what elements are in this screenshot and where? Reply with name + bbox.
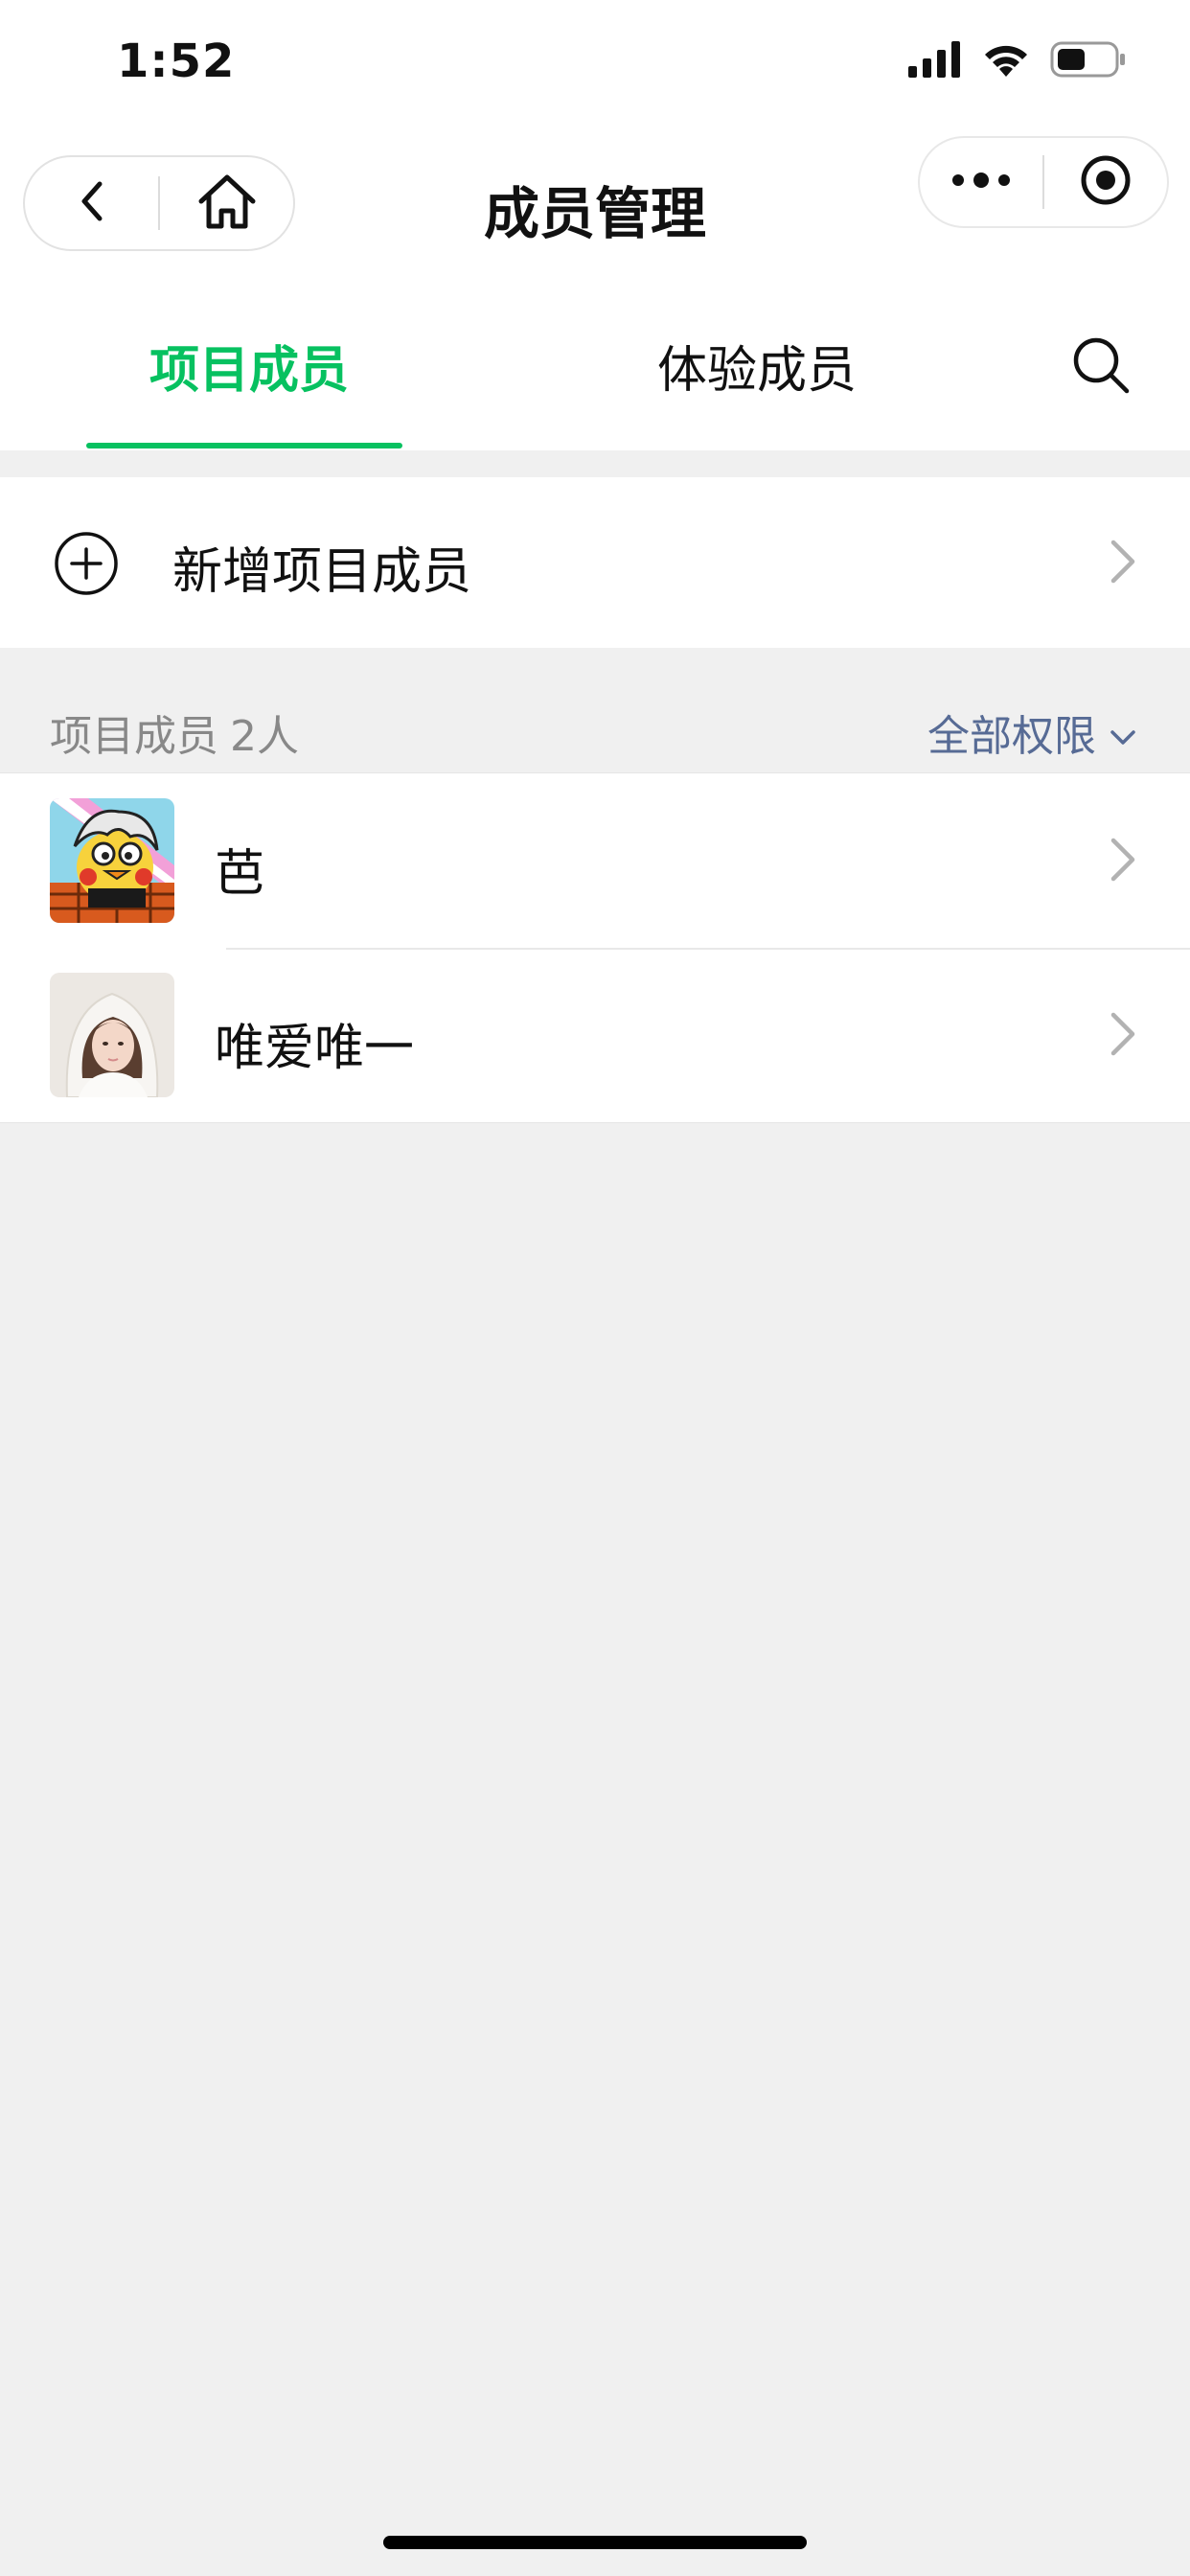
status-icons bbox=[908, 40, 1127, 82]
avatar bbox=[50, 973, 174, 1097]
home-indicator[interactable] bbox=[383, 2536, 807, 2549]
chevron-down-icon bbox=[1110, 708, 1136, 757]
chevron-right-icon bbox=[1110, 539, 1136, 588]
wifi-icon bbox=[981, 40, 1031, 82]
close-miniprogram-button[interactable] bbox=[1044, 138, 1167, 226]
status-time: 1:52 bbox=[117, 34, 236, 88]
members-section-header: 项目成员 2人 全部权限 bbox=[0, 648, 1190, 772]
member-name: 芭 bbox=[215, 845, 265, 903]
plus-circle-icon bbox=[54, 531, 119, 600]
more-icon bbox=[950, 171, 1012, 194]
section-title-text: 项目成员 bbox=[50, 712, 218, 761]
tab-active-indicator bbox=[86, 443, 402, 448]
chevron-right-icon bbox=[1110, 1011, 1136, 1061]
member-list: 芭 唯爱唯一 bbox=[0, 772, 1190, 1123]
section-title: 项目成员 2人 bbox=[50, 702, 299, 763]
tab-trial-members[interactable]: 体验成员 bbox=[613, 330, 901, 402]
status-bar: 1:52 bbox=[0, 0, 1190, 134]
member-row[interactable]: 芭 bbox=[0, 773, 1190, 948]
tab-bar: 项目成员 体验成员 bbox=[0, 278, 1190, 450]
search-icon[interactable] bbox=[1071, 335, 1131, 399]
member-count: 2人 bbox=[230, 712, 299, 761]
battery-icon bbox=[1050, 40, 1127, 82]
member-row[interactable]: 唯爱唯一 bbox=[0, 948, 1190, 1122]
nav-bar: 成员管理 bbox=[0, 134, 1190, 278]
nav-capsule-right bbox=[918, 136, 1169, 228]
tab-project-members[interactable]: 项目成员 bbox=[86, 330, 412, 402]
add-member-row[interactable]: 新增项目成员 bbox=[0, 477, 1190, 648]
permission-filter-label: 全部权限 bbox=[927, 712, 1096, 761]
member-name: 唯爱唯一 bbox=[215, 1020, 415, 1077]
signal-icon bbox=[908, 41, 962, 81]
permission-filter[interactable]: 全部权限 bbox=[927, 702, 1136, 763]
add-member-label: 新增项目成员 bbox=[172, 543, 472, 601]
more-button[interactable] bbox=[920, 138, 1042, 226]
avatar bbox=[50, 798, 174, 923]
chevron-right-icon bbox=[1110, 837, 1136, 886]
record-icon bbox=[1079, 153, 1133, 211]
